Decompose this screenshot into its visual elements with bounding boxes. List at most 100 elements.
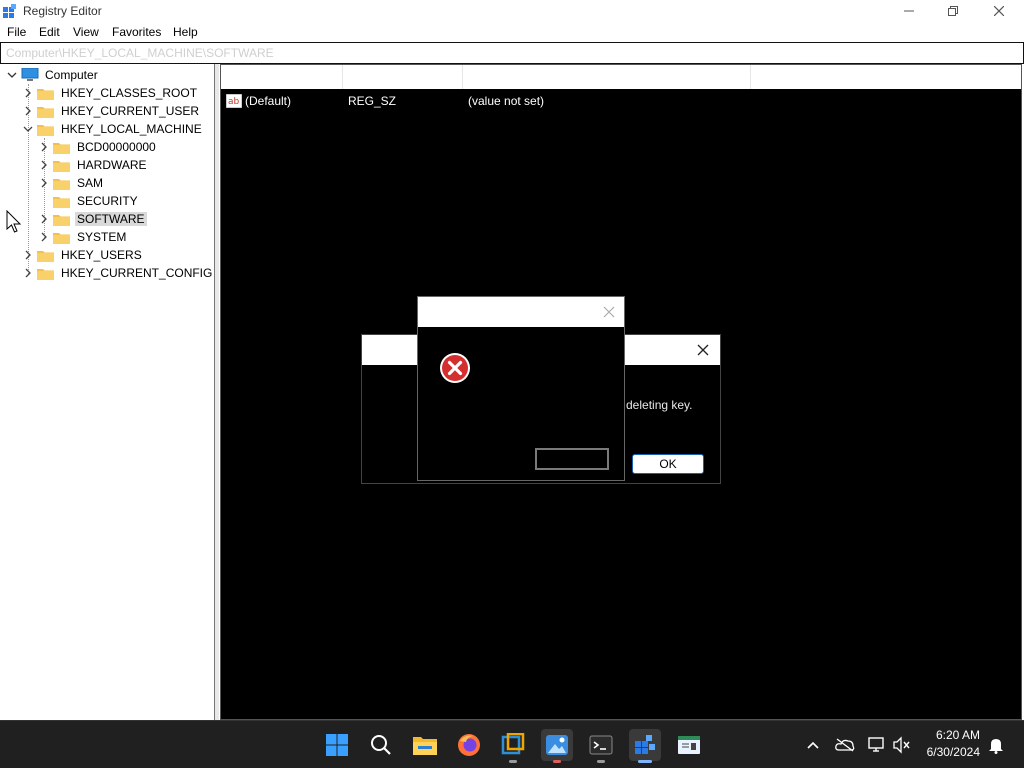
list-header	[221, 65, 1021, 89]
dialog-title-bar	[418, 297, 624, 327]
tree-label: SAM	[77, 176, 104, 190]
chevron-right-icon[interactable]	[38, 231, 50, 243]
tray-onedrive[interactable]	[835, 735, 855, 755]
clock-time: 6:20 AM	[935, 728, 980, 742]
tree-label: Computer	[45, 68, 98, 82]
search-button[interactable]	[365, 729, 397, 761]
string-value-icon: ab	[226, 94, 242, 108]
column-header-name[interactable]	[221, 65, 343, 89]
close-button[interactable]	[976, 0, 1022, 22]
menu-bar: File Edit View Favorites Help	[0, 23, 1024, 42]
minimize-icon	[904, 10, 914, 12]
dialog-button[interactable]	[535, 448, 609, 470]
menu-help[interactable]: Help	[173, 25, 198, 39]
taskbar-registry-editor[interactable]	[629, 729, 661, 763]
restore-button[interactable]	[930, 0, 976, 22]
chevron-right-icon[interactable]	[38, 177, 50, 189]
folder-icon	[37, 250, 54, 262]
tree-label: HKEY_CURRENT_CONFIG	[61, 266, 213, 280]
folder-icon	[53, 196, 70, 208]
chevron-down-icon[interactable]	[22, 123, 34, 135]
firefox-icon	[458, 734, 480, 756]
chevron-right-icon[interactable]	[22, 87, 34, 99]
folder-icon	[37, 106, 54, 118]
tree-label: BCD00000000	[77, 140, 156, 154]
start-button[interactable]	[321, 729, 353, 761]
search-icon	[371, 735, 391, 755]
taskbar-photos[interactable]	[541, 729, 573, 763]
chevron-right-icon[interactable]	[38, 213, 50, 225]
menu-favorites[interactable]: Favorites	[112, 25, 161, 39]
clock[interactable]: 6:20 AM 6/30/2024	[927, 727, 980, 761]
chevron-down-icon[interactable]	[6, 69, 18, 81]
pane-splitter[interactable]	[215, 64, 219, 720]
tree-label: HKEY_USERS	[61, 248, 142, 262]
show-hidden-icons-button[interactable]	[803, 735, 823, 755]
tree-item-hkey-classes-root[interactable]: HKEY_CLASSES_ROOT	[22, 84, 199, 102]
chevron-right-icon[interactable]	[22, 249, 34, 261]
minimize-button[interactable]	[886, 0, 932, 22]
tree-item-hkey-users[interactable]: HKEY_USERS	[22, 246, 144, 264]
chevron-right-icon[interactable]	[38, 141, 50, 153]
mouse-cursor-icon	[6, 210, 22, 233]
notepad-icon	[678, 736, 700, 754]
running-indicator	[597, 760, 605, 763]
dialog-message: deleting key.	[626, 398, 693, 412]
folder-icon	[53, 178, 70, 190]
running-indicator	[509, 760, 517, 763]
taskbar-terminal[interactable]	[585, 729, 617, 763]
value-row[interactable]: ab (Default) REG_SZ (value not set)	[221, 93, 1021, 109]
restore-icon	[948, 6, 958, 16]
column-header-type[interactable]	[342, 65, 463, 89]
column-header-data[interactable]	[462, 65, 751, 89]
tray-network[interactable]	[867, 735, 887, 755]
value-name: (Default)	[245, 94, 292, 108]
tree-item-hardware[interactable]: HARDWARE	[38, 156, 149, 174]
clock-date: 6/30/2024	[926, 745, 980, 759]
terminal-icon	[589, 735, 613, 755]
tree-item-hkey-local-machine[interactable]: HKEY_LOCAL_MACHINE	[22, 120, 204, 138]
tree-item-sam[interactable]: SAM	[38, 174, 105, 192]
running-indicator	[553, 760, 561, 763]
volume-muted-icon	[893, 736, 910, 754]
taskbar-firefox[interactable]	[453, 729, 485, 761]
tree-item-system[interactable]: SYSTEM	[38, 228, 128, 246]
chevron-right-icon[interactable]	[22, 267, 34, 279]
tree-item-bcd[interactable]: BCD00000000	[38, 138, 158, 156]
onedrive-icon	[835, 738, 855, 752]
chevron-right-icon[interactable]	[38, 159, 50, 171]
menu-view[interactable]: View	[73, 25, 99, 39]
tray-volume[interactable]	[892, 735, 912, 755]
tree-item-hkey-current-config[interactable]: HKEY_CURRENT_CONFIG	[22, 264, 214, 282]
key-tree[interactable]: Computer HKEY_CLASSES_ROOT HKEY_CURRENT_…	[0, 64, 215, 720]
registry-editor-icon	[3, 4, 16, 18]
folder-icon	[37, 268, 54, 280]
start-icon	[326, 734, 348, 756]
tree-label: HKEY_CURRENT_USER	[61, 104, 200, 118]
dialog-close-button[interactable]	[694, 341, 712, 359]
tree-item-software[interactable]: SOFTWARE	[38, 210, 147, 228]
ok-button[interactable]: OK	[632, 454, 704, 474]
menu-file[interactable]: File	[7, 25, 26, 39]
close-icon	[994, 6, 1004, 16]
folder-open-icon	[37, 124, 54, 136]
file-explorer-icon	[413, 737, 437, 755]
tree-label: SECURITY	[77, 194, 138, 208]
tree-item-security[interactable]: SECURITY	[50, 192, 140, 210]
tree-label-selected: SOFTWARE	[75, 212, 147, 226]
chevron-right-icon[interactable]	[22, 105, 34, 117]
dialog-close-button[interactable]	[600, 303, 618, 321]
value-type: REG_SZ	[348, 94, 397, 108]
address-bar[interactable]: Computer\HKEY_LOCAL_MACHINE\SOFTWARE	[0, 42, 1024, 64]
taskbar-notepad[interactable]	[673, 729, 705, 761]
close-icon	[603, 306, 615, 318]
folder-icon	[53, 232, 70, 244]
taskbar-virtualbox[interactable]	[497, 729, 529, 763]
error-icon	[440, 353, 470, 383]
folder-icon	[37, 88, 54, 100]
taskbar-file-explorer[interactable]	[409, 729, 441, 761]
menu-edit[interactable]: Edit	[39, 25, 60, 39]
tree-item-computer[interactable]: Computer	[6, 66, 100, 84]
tree-item-hkey-current-user[interactable]: HKEY_CURRENT_USER	[22, 102, 201, 120]
notifications-button[interactable]	[986, 735, 1006, 755]
